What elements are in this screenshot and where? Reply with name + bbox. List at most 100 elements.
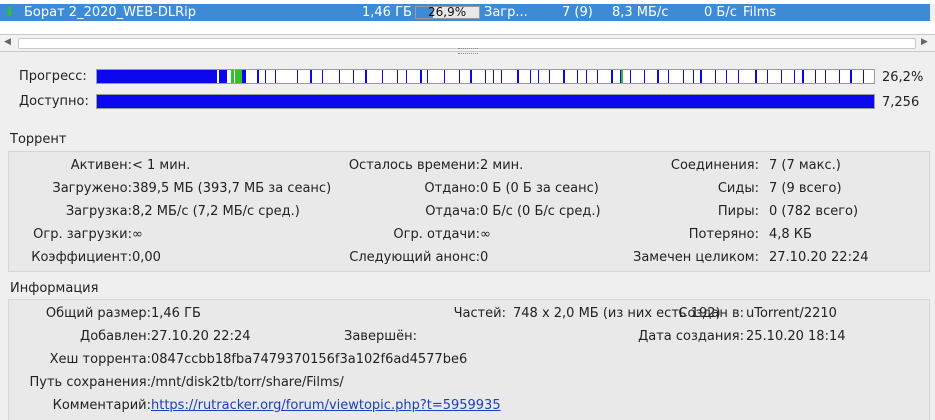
splitter-handle[interactable] [458, 48, 478, 54]
downloaded-piece [726, 70, 727, 83]
downloaded-piece [339, 70, 340, 83]
hash-value[interactable]: 0847ccbb18fba7479370156f3a102f6ad4577be6 [151, 352, 467, 367]
downloaded-piece [597, 70, 598, 83]
last-seen-complete-label: Замечен целиком: [632, 250, 759, 265]
downloaded-piece [621, 70, 623, 83]
downloaded-piece [242, 70, 246, 83]
creation-date-label: Дата создания: [638, 329, 744, 344]
downloaded-piece [863, 70, 864, 83]
downloaded-piece [586, 70, 587, 83]
download-limit-label: Огр. загрузки: [33, 227, 132, 242]
availability-bar [96, 94, 875, 109]
downloaded-piece [501, 70, 502, 83]
pieces-progress-bar [96, 69, 875, 84]
scroll-left-icon[interactable]: ◀ [4, 35, 11, 50]
hash-label: Хеш торрента: [49, 352, 151, 367]
downloaded-piece [802, 70, 804, 83]
completed-label: Завершён: [344, 329, 417, 344]
creation-date-value: 25.10.20 18:14 [746, 329, 846, 344]
torrent-info-box: Активен: < 1 мин. Загружено: 389,5 МБ (3… [8, 151, 930, 272]
downloaded-piece [275, 70, 276, 83]
downloaded-piece [781, 70, 782, 83]
downloaded-value: 389,5 МБ (393,7 МБ за сеанс) [132, 181, 332, 196]
peers-label: Пиры: [717, 204, 759, 219]
pieces-label: Частей: [453, 306, 506, 321]
downloaded-piece [297, 70, 298, 83]
ratio-label: Коэффициент: [31, 250, 132, 265]
next-announce-label: Следующий анонс: [349, 250, 480, 265]
torrent-list-empty-area[interactable] [0, 21, 935, 34]
total-size-value: 1,46 ГБ [151, 306, 201, 321]
downloaded-piece [365, 70, 367, 83]
connections-label: Соединения: [670, 158, 759, 173]
progress-label: Прогресс: [19, 69, 87, 84]
downloaded-piece [322, 70, 323, 83]
downloaded-piece [767, 70, 768, 83]
uploaded-value: 0 Б (0 Б за сеанс) [480, 181, 599, 196]
downloaded-piece [493, 70, 494, 83]
time-left-value: 2 мин. [480, 158, 524, 173]
downloaded-piece [235, 70, 242, 83]
downloaded-piece [406, 70, 407, 83]
torrent-up-speed: 0 Б/с [704, 5, 737, 20]
downloaded-piece [657, 70, 659, 83]
upload-limit-label: Огр. отдачи: [393, 227, 480, 242]
downloaded-piece [97, 70, 217, 83]
downloaded-piece [231, 70, 234, 83]
last-seen-complete-value: 27.10.20 22:24 [769, 250, 869, 265]
torrent-seeds: 7 (9) [562, 5, 593, 20]
downloaded-piece [517, 70, 519, 83]
downloaded-piece [630, 70, 631, 83]
save-path-value[interactable]: /mnt/disk2tb/torr/share/Films/ [151, 375, 344, 390]
downloaded-piece [693, 70, 694, 83]
added-value: 27.10.20 22:24 [151, 329, 251, 344]
torrent-section-title: Торрент [10, 132, 67, 147]
download-arrow-icon: ⬇ [4, 5, 15, 20]
downloaded-piece [644, 70, 645, 83]
selected-torrent-row[interactable]: ⬇ Борат 2_2020_WEB-DLRip 1,46 ГБ 26,9% З… [0, 4, 930, 21]
downloaded-piece [850, 70, 852, 83]
downloaded-piece [353, 70, 354, 83]
downloaded-piece [397, 70, 398, 83]
comment-link[interactable]: https://rutracker.org/forum/viewtopic.ph… [151, 398, 501, 413]
scroll-right-icon[interactable]: ▶ [921, 35, 928, 50]
wasted-label: Потеряно: [688, 227, 759, 242]
active-value: < 1 мин. [132, 158, 191, 173]
downloaded-piece [538, 70, 539, 83]
downloaded-piece [563, 70, 565, 83]
upload-speed-label: Отдача: [425, 204, 480, 219]
downloaded-piece [530, 70, 531, 83]
downloaded-piece [444, 70, 445, 83]
next-announce-value: 0 [480, 250, 489, 265]
time-left-label: Осталось времени: [348, 158, 480, 173]
download-speed-value: 8,2 МБ/с (7,2 МБ/с сред.) [132, 204, 300, 219]
torrent-down-speed: 8,3 МБ/с [612, 5, 669, 20]
downloaded-piece [470, 70, 472, 83]
download-limit-value: ∞ [132, 227, 143, 242]
torrent-size: 1,46 ГБ [362, 5, 412, 20]
availability-value: 7,256 [882, 95, 920, 110]
downloaded-piece [257, 70, 259, 83]
ratio-value: 0,00 [132, 250, 161, 265]
downloaded-piece [755, 70, 757, 83]
downloaded-piece [715, 70, 716, 83]
peers-value: 0 (782 всего) [769, 204, 859, 219]
upload-speed-value: 0 Б/с (0 Б/с сред.) [480, 204, 601, 219]
seeds-value: 7 (9 всего) [769, 181, 842, 196]
downloaded-piece [310, 70, 312, 83]
uploaded-label: Отдано: [424, 181, 480, 196]
total-size-label: Общий размер: [45, 306, 151, 321]
upload-limit-value: ∞ [480, 227, 491, 242]
downloaded-piece [815, 70, 816, 83]
downloaded-piece [668, 70, 669, 83]
created-by-label: Создан в: [678, 306, 744, 321]
downloaded-piece [683, 70, 684, 83]
connections-value: 7 (7 макс.) [769, 158, 841, 173]
information-box: Общий размер: 1,46 ГБ Частей: 748 x 2,0 … [8, 299, 930, 420]
downloaded-piece [700, 70, 702, 83]
downloaded-piece [459, 70, 460, 83]
downloaded-piece [577, 70, 578, 83]
downloaded-piece [825, 70, 826, 83]
torrent-status: Загр... [484, 5, 528, 20]
comment-label: Комментарий: [52, 398, 151, 413]
